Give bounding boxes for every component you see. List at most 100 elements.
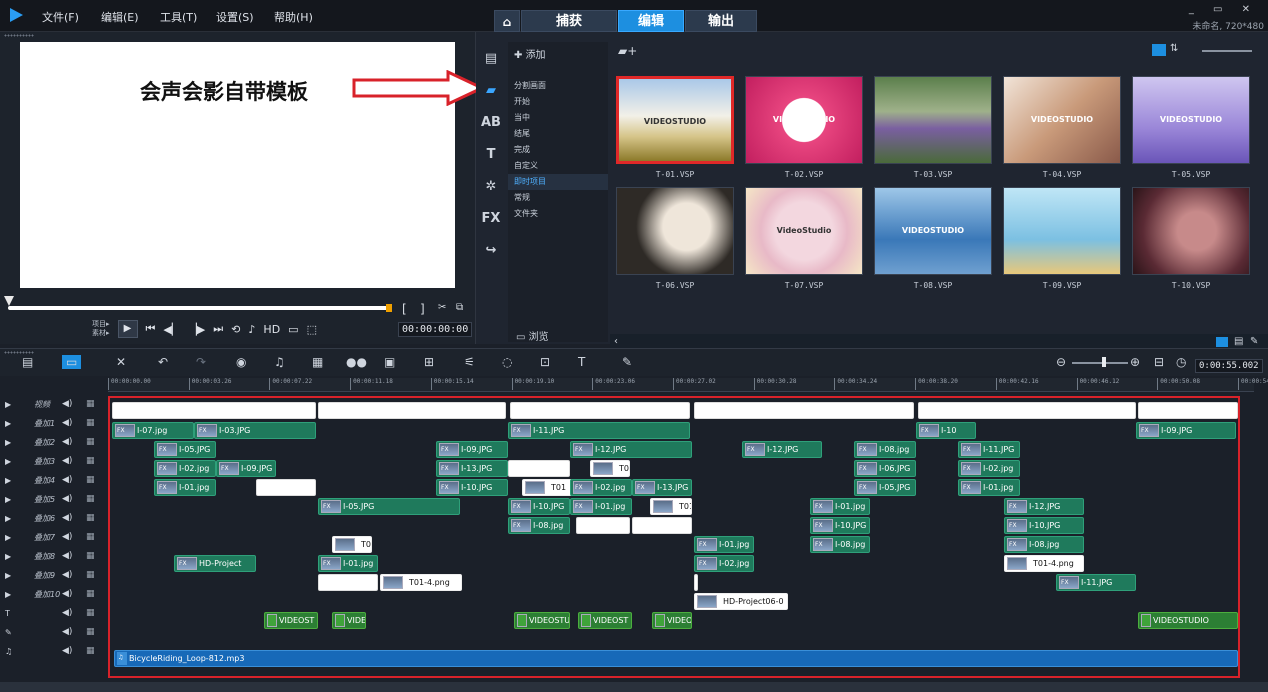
track-ripple-icon[interactable]: ▦ [86, 418, 95, 428]
home-start-icon[interactable]: ⏮ [146, 322, 156, 336]
track-header[interactable]: ▶ 叠加6 ◀) ▦ [0, 510, 108, 529]
track-volume-icon[interactable]: ◀) [62, 646, 72, 656]
track-volume-icon[interactable]: ◀) [62, 513, 72, 523]
overlay-clip[interactable]: T01-4.png [1004, 555, 1084, 572]
overlay-clip[interactable]: FX I-01.jpg [694, 536, 754, 553]
overlay-clip[interactable]: FX I-10.JPG [1004, 517, 1084, 534]
overlay-clip[interactable]: FX I-02.jpg [694, 555, 754, 572]
template-item[interactable]: VIDEOSTUDIO T-08.VSP [874, 187, 992, 295]
track-ripple-icon[interactable]: ▦ [86, 475, 95, 485]
browse-button[interactable]: ▭ 浏览 [516, 328, 549, 343]
overlay-clip[interactable]: FX I-10.JPG [508, 498, 570, 515]
add-folder-icon[interactable]: ▰+ [618, 44, 637, 58]
overlay-clip[interactable]: T01- [590, 460, 630, 477]
template-thumbnail[interactable] [616, 187, 734, 275]
track-header[interactable]: ♫ ◀) ▦ [0, 643, 108, 662]
track-volume-icon[interactable]: ◀) [62, 570, 72, 580]
overlay-clip[interactable]: HD-Project06-0 [694, 593, 788, 610]
category-item[interactable]: 分割画面 [508, 78, 608, 94]
title-clip[interactable]: VIDEO [652, 612, 692, 629]
mark-in-icon[interactable]: [ [402, 302, 407, 316]
track-ripple-icon[interactable]: ▦ [86, 456, 95, 466]
3d-title-icon[interactable]: T [578, 355, 585, 369]
template-item[interactable]: VIDEOSTUDIO T-04.VSP [1003, 76, 1121, 184]
title-clip[interactable]: VIDEOST [264, 612, 318, 629]
overlay-clip[interactable]: FX I-10.JPG [436, 479, 508, 496]
template-thumbnail[interactable]: VIDEOSTUDIO [1132, 76, 1250, 164]
overlay-clip[interactable]: FX I-09.JPG [1136, 422, 1236, 439]
template-thumbnail[interactable]: VideoStudio [745, 187, 863, 275]
track-header[interactable]: ▶ 叠加7 ◀) ▦ [0, 529, 108, 548]
overlay-clip[interactable]: FX I-09.JPG [436, 441, 508, 458]
track-ripple-icon[interactable]: ▦ [86, 551, 95, 561]
track-volume-icon[interactable]: ◀) [62, 418, 72, 428]
audio-mixer-icon[interactable]: ♫ [274, 355, 285, 369]
list-view-icon[interactable]: ▤ [1234, 336, 1243, 347]
overlay-clip[interactable]: FX I-05.JPG [854, 479, 916, 496]
panel-grip[interactable] [4, 351, 34, 354]
overlay-clip[interactable]: FX I-02.jpg [154, 460, 216, 477]
overlay-clip[interactable]: FX I-08.jpg [854, 441, 916, 458]
title-icon[interactable]: T [476, 138, 506, 170]
overlay-clip[interactable]: FX I-01.jpg [154, 479, 216, 496]
template-item[interactable]: VIDEOSTUDIO T-02.VSP [745, 76, 863, 184]
overlay-clip[interactable]: FX I-11.JPG [508, 422, 690, 439]
title-clip[interactable]: VIDE [332, 612, 366, 629]
overlay-clip[interactable]: FX I-10 [916, 422, 976, 439]
auto-music-icon[interactable]: ▦ [312, 355, 323, 369]
template-thumbnail[interactable] [1132, 187, 1250, 275]
title-clip[interactable]: VIDEOSTUDIO [1138, 612, 1238, 629]
overlay-clip[interactable]: FX I-05.JPG [318, 498, 460, 515]
storyboard-view-icon[interactable]: ▤ [22, 355, 33, 369]
overlay-clip[interactable]: FX I-06.JPG [854, 460, 916, 477]
menu-settings[interactable]: 设置(S) [216, 9, 254, 25]
record-icon[interactable]: ◉ [236, 355, 246, 369]
template-item[interactable]: T-03.VSP [874, 76, 992, 184]
track-header[interactable]: ▶ 叠加1 ◀) ▦ [0, 415, 108, 434]
template-thumbnail[interactable]: VIDEOSTUDIO [616, 76, 734, 164]
thumbnail-view-icon[interactable] [1152, 44, 1166, 56]
track-ripple-icon[interactable]: ▦ [86, 589, 95, 599]
overlay-clip[interactable]: FX I-01.jpg [958, 479, 1020, 496]
overlay-clip[interactable]: FX I-08.jpg [1004, 536, 1084, 553]
track-volume-icon[interactable]: ◀) [62, 456, 72, 466]
tools-icon[interactable]: ✕ [116, 355, 126, 369]
scrubber-bar[interactable] [8, 306, 392, 310]
overlay-clip[interactable]: T01-4.png [380, 574, 462, 591]
category-item[interactable]: 当中 [508, 110, 608, 126]
instant-project-icon[interactable]: ▰ [476, 74, 506, 106]
track-ripple-icon[interactable]: ▦ [86, 608, 95, 618]
home-icon[interactable]: ⌂ [494, 10, 520, 32]
track-header[interactable]: ▶ 叠加2 ◀) ▦ [0, 434, 108, 453]
repeat-icon[interactable]: ⟲ [231, 323, 240, 336]
path-icon[interactable]: ↪ [476, 234, 506, 266]
undo-icon[interactable]: ↶ [158, 355, 168, 369]
template-item[interactable]: VideoStudio T-07.VSP [745, 187, 863, 295]
filter-fx-icon[interactable]: FX [476, 202, 506, 234]
graphic-icon[interactable]: ✲ [476, 170, 506, 202]
category-item-active[interactable]: 即时项目 [508, 174, 608, 190]
category-item[interactable]: 结尾 [508, 126, 608, 142]
template-thumbnail[interactable]: VIDEOSTUDIO [745, 76, 863, 164]
transition-icon[interactable]: AB [476, 106, 506, 138]
track-header[interactable]: ▶ 视频 ◀) ▦ [0, 396, 108, 415]
track-volume-icon[interactable]: ◀) [62, 532, 72, 542]
overlay-clip[interactable]: T01-3.p [650, 498, 692, 515]
overlay-clip[interactable]: FX I-08.jpg [810, 536, 870, 553]
track-volume-icon[interactable]: ◀) [62, 627, 72, 637]
enlarge-icon[interactable]: ⧉ [456, 302, 463, 313]
track-ripple-icon[interactable]: ▦ [86, 532, 95, 542]
track-ripple-icon[interactable]: ▦ [86, 399, 95, 409]
screen-size-icon[interactable]: ⬚ [307, 323, 317, 336]
track-volume-icon[interactable]: ◀) [62, 589, 72, 599]
volume-icon[interactable]: ♪ [248, 323, 255, 336]
mode-switch[interactable]: 项目▸ 素材▸ [92, 320, 110, 338]
category-item[interactable]: 常规 [508, 190, 608, 206]
track-header[interactable]: ▶ 叠加9 ◀) ▦ [0, 567, 108, 586]
thumbnail-size-slider[interactable] [1202, 50, 1252, 52]
editor-icon[interactable]: ✎ [622, 355, 632, 369]
zoom-in-icon[interactable]: ⊕ [1130, 355, 1140, 369]
options-icon[interactable]: ✎ [1250, 336, 1258, 347]
overlay-clip[interactable]: FX I-01.jpg [318, 555, 378, 572]
play-icon[interactable]: ▶ [117, 320, 138, 338]
